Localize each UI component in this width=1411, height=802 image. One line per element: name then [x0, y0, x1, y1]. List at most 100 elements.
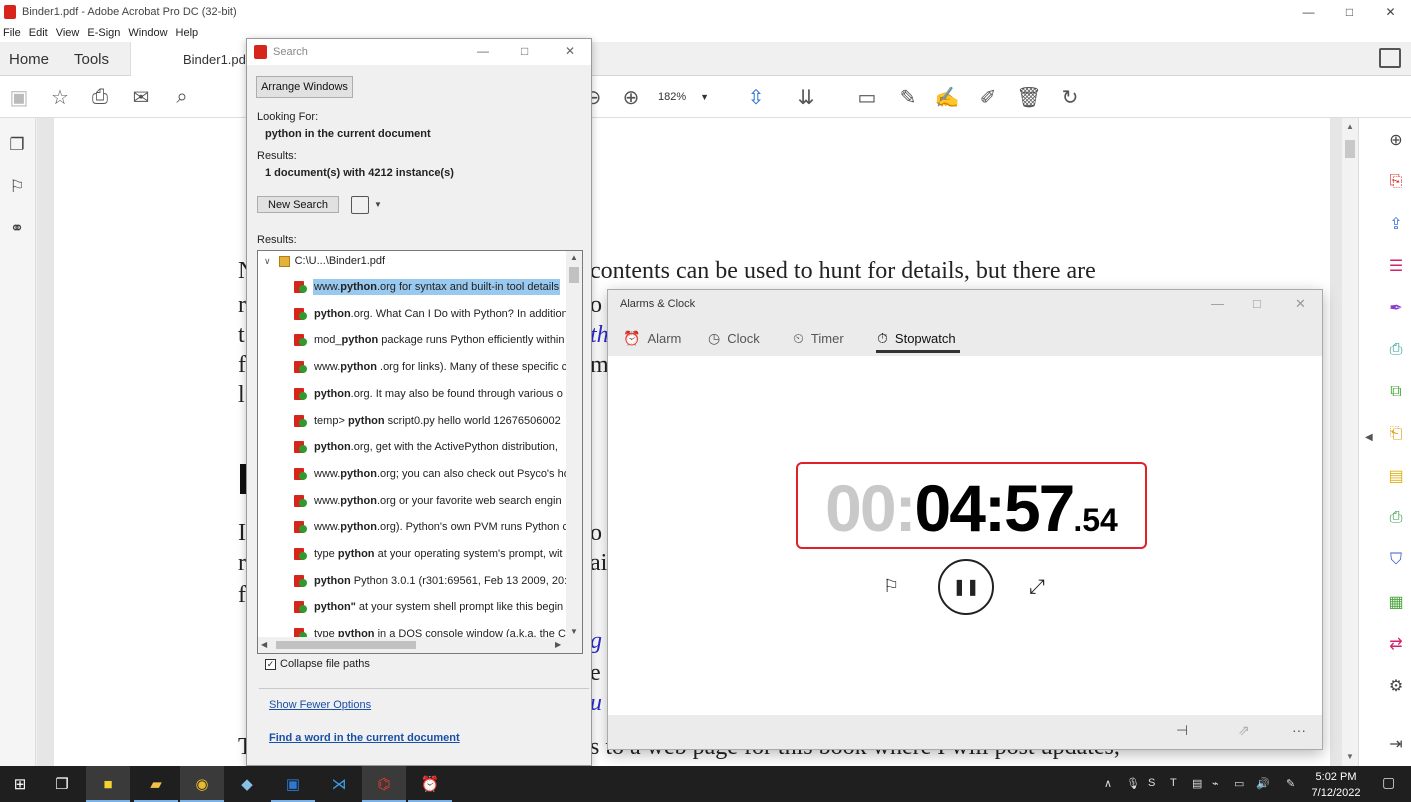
star-icon[interactable]: ☆ [47, 84, 73, 110]
fit-page-icon[interactable]: ⇳ [743, 84, 769, 110]
tab-stopwatch[interactable]: ⏱ Stopwatch [877, 330, 956, 347]
close-button[interactable]: ✕ [1295, 296, 1306, 312]
result-item[interactable]: python.org. What Can I Do with Python? I… [294, 304, 570, 324]
tab-tools[interactable]: Tools [74, 42, 109, 76]
menu-help[interactable]: Help [172, 27, 203, 39]
scroll-down-icon[interactable]: ▼ [570, 627, 578, 636]
document-scrollbar[interactable]: ▲ ▼ [1342, 118, 1358, 766]
more-tools-icon[interactable]: ⚙ [1384, 674, 1408, 698]
sign-icon[interactable]: ✍ [934, 84, 960, 110]
results-hscrollbar[interactable]: ◀ ▶ [258, 637, 582, 653]
chevron-down-icon[interactable]: ∨ [264, 256, 271, 267]
new-search-button[interactable]: New Search [257, 196, 339, 213]
result-item[interactable]: www.python.org; you can also check out P… [294, 464, 570, 484]
pause-button[interactable]: ❚❚ [938, 559, 994, 615]
arrange-windows-button[interactable]: Arrange Windows [256, 76, 353, 98]
result-item[interactable]: www.python.org or your favorite web sear… [294, 491, 570, 511]
print-production-icon[interactable]: ⎙ [1384, 506, 1408, 530]
expand-icon[interactable]: ⤢ [1029, 576, 1045, 599]
combine-files-icon[interactable]: ⇄ [1384, 632, 1408, 656]
tab-alarm[interactable]: ⏰ Alarm [623, 330, 681, 347]
sticky-notes-icon[interactable]: ■ [86, 772, 130, 802]
compare-icon[interactable]: ⧉ [1384, 380, 1408, 404]
notes-app-icon[interactable]: ◆ [235, 772, 259, 796]
highlight-icon[interactable]: ✎ [895, 84, 921, 110]
scroll-right-icon[interactable]: ▶ [555, 640, 561, 649]
outlook-icon[interactable]: ▣ [271, 772, 315, 802]
expand-icon[interactable]: ⇥ [1384, 732, 1408, 756]
comment-tool-icon[interactable]: ▤ [1384, 464, 1408, 488]
send-for-review-icon[interactable]: ⎙ [1384, 338, 1408, 362]
menu-edit[interactable]: Edit [25, 27, 52, 39]
scroll-up-icon[interactable]: ▲ [1346, 122, 1354, 131]
menu-file[interactable]: File [0, 27, 25, 39]
vscode-icon[interactable]: ⋊ [327, 772, 351, 796]
result-item[interactable]: temp> python script0.py hello world 1267… [294, 411, 570, 431]
send-files-icon[interactable]: ⎗ [1384, 422, 1408, 446]
tab-home[interactable]: Home [9, 42, 49, 76]
protect-icon[interactable]: ⛉ [1384, 548, 1408, 572]
network-icon[interactable]: ⌁ [1212, 777, 1219, 790]
start-windows-icon[interactable]: ⊞ [8, 772, 32, 796]
zoom-in-icon[interactable]: ⊕ [618, 84, 644, 110]
skype-icon[interactable]: S [1148, 777, 1155, 789]
share-window-icon[interactable] [1379, 48, 1401, 68]
save-results-icon[interactable] [351, 196, 369, 214]
result-item[interactable]: python.org. It may also be found through… [294, 384, 570, 404]
minimize-button[interactable]: — [477, 44, 489, 58]
microphone-icon[interactable]: 🎙 [1126, 777, 1140, 790]
mail-icon[interactable]: ✉ [128, 84, 154, 110]
bookmark-icon[interactable]: ⚐ [6, 176, 28, 198]
menu-esign[interactable]: E-Sign [83, 27, 124, 39]
scrollbar-thumb[interactable] [569, 267, 579, 283]
volume-icon[interactable]: 🔊 [1256, 777, 1270, 790]
file-explorer-icon[interactable]: ▰ [134, 772, 178, 802]
scroll-down-icon[interactable]: ▼ [1346, 752, 1354, 761]
scroll-left-icon[interactable]: ◀ [261, 640, 267, 649]
share-icon[interactable]: ⇗ [1238, 722, 1250, 739]
show-hidden-icons[interactable]: ∧ [1104, 777, 1112, 790]
result-item[interactable]: python Python 3.0.1 (r301:69561, Feb 13 … [294, 571, 570, 591]
search-icon[interactable]: ⌕ [169, 84, 195, 110]
battery-icon[interactable]: ▭ [1234, 777, 1244, 790]
result-item[interactable]: www.python.org for syntax and built-in t… [294, 277, 570, 297]
show-fewer-options-link[interactable]: Show Fewer Options [269, 699, 371, 711]
taskbar-clock[interactable]: 5:02 PM 7/12/2022 [1309, 769, 1363, 801]
menu-window[interactable]: Window [124, 27, 171, 39]
task-view-icon[interactable]: ❐ [50, 772, 74, 796]
pin-icon[interactable]: ⊣ [1176, 722, 1188, 739]
export-pdf-icon[interactable]: ⇪ [1384, 212, 1408, 236]
rotate-icon[interactable]: ↻ [1057, 84, 1083, 110]
results-root-file[interactable]: ∨ C:\U...\Binder1.pdf [264, 255, 385, 267]
tab-timer[interactable]: ⏲ Timer [793, 330, 844, 347]
comment-icon[interactable]: ▭ [854, 84, 880, 110]
scrollbar-thumb[interactable] [276, 641, 416, 649]
tab-document[interactable]: Binder1.pdf [130, 42, 250, 76]
close-button[interactable]: ✕ [1370, 0, 1411, 24]
maximize-button[interactable]: □ [521, 44, 528, 58]
result-item[interactable]: python.org, get with the ActivePython di… [294, 437, 570, 457]
menu-view[interactable]: View [52, 27, 84, 39]
edit-pdf-icon[interactable]: ✐ [975, 84, 1001, 110]
results-list[interactable]: ∨ C:\U...\Binder1.pdf www.python.org for… [257, 250, 583, 654]
result-item[interactable]: python" at your system shell prompt like… [294, 597, 570, 617]
close-button[interactable]: ✕ [565, 44, 575, 58]
scroll-mode-icon[interactable]: ⇊ [793, 84, 819, 110]
result-item[interactable]: www.python .org for links). Many of thes… [294, 357, 570, 377]
maximize-button[interactable]: □ [1329, 0, 1370, 24]
fill-sign-icon[interactable]: ✒ [1384, 296, 1408, 320]
collapse-paths-checkbox[interactable]: ✓ [265, 659, 276, 670]
collapse-right-pane-icon[interactable]: ◀ [1365, 432, 1373, 443]
acrobat-taskbar-icon[interactable]: ⌬ [362, 772, 406, 802]
minimize-button[interactable]: — [1288, 0, 1329, 24]
more-options-icon[interactable]: ··· [1292, 722, 1306, 738]
tab-clock[interactable]: ◷ Clock [708, 330, 760, 347]
zoom-tool-icon[interactable]: ⊕ [1384, 128, 1408, 152]
results-vscrollbar[interactable]: ▲ ▼ [566, 251, 582, 639]
chrome-icon[interactable]: ◉ [180, 772, 224, 802]
scroll-up-icon[interactable]: ▲ [570, 253, 578, 262]
chevron-down-icon[interactable]: ▼ [374, 200, 382, 209]
delete-icon[interactable]: 🗑 [1016, 84, 1042, 110]
find-word-link[interactable]: Find a word in the current document [269, 732, 460, 744]
notes-tray-icon[interactable]: ▤ [1192, 777, 1202, 790]
